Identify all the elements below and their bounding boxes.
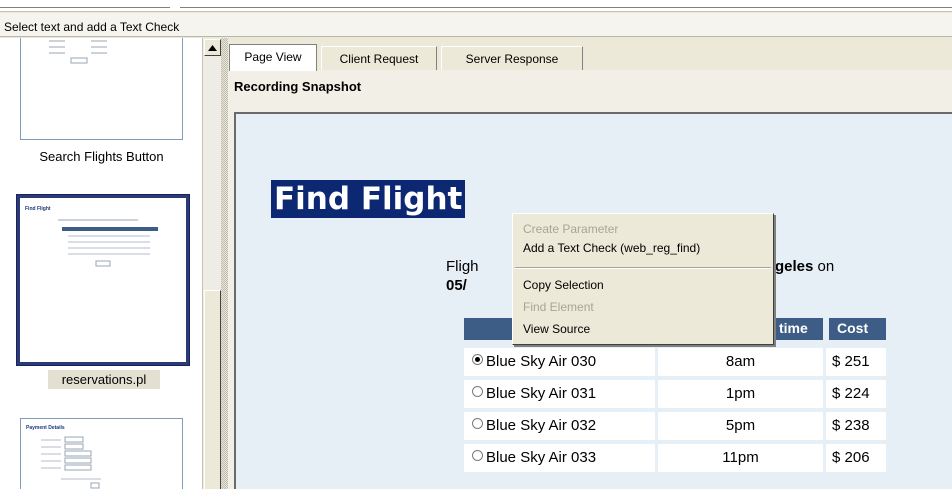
cost-cell: $ 206 <box>826 444 886 472</box>
radio-icon[interactable] <box>472 386 483 397</box>
thumb-payment-text: Payment Details <box>26 425 65 431</box>
flight-line-1: Fligh <box>446 258 479 275</box>
table-row: Blue Sky Air 031 1pm $ 224 <box>464 380 886 408</box>
radio-icon[interactable] <box>472 450 483 461</box>
tab-page-view[interactable]: Page View <box>229 44 317 71</box>
table-row: Blue Sky Air 030 8am $ 251 <box>464 348 886 376</box>
context-menu: Create Parameter Add a Text Check (web_r… <box>512 213 774 345</box>
scroll-thumb[interactable] <box>204 290 221 489</box>
menu-item-find-element[interactable]: Find Element <box>523 300 594 314</box>
table-header-time: time <box>775 318 823 340</box>
thumbnail-scrollbar[interactable] <box>202 38 221 489</box>
flight-cell[interactable]: Blue Sky Air 032 <box>464 412 655 440</box>
top-strip-left <box>0 0 170 8</box>
flight-line-2-prefix: 05/ <box>446 277 467 294</box>
table-header-cost: Cost <box>829 318 886 340</box>
menu-item-view-source[interactable]: View Source <box>523 322 590 336</box>
tab-server-response[interactable]: Server Response <box>441 46 583 70</box>
flight-line-1-suffix: geles on <box>775 258 834 275</box>
flight-name: Blue Sky Air 030 <box>486 353 597 370</box>
cost-cell: $ 224 <box>826 380 886 408</box>
table-row: Blue Sky Air 032 5pm $ 238 <box>464 412 886 440</box>
cost-cell: $ 238 <box>826 412 886 440</box>
recording-snapshot-label: Recording Snapshot <box>234 79 362 94</box>
flight-name: Blue Sky Air 032 <box>486 417 597 434</box>
flight-cell[interactable]: Blue Sky Air 033 <box>464 444 655 472</box>
triangle-up-icon <box>208 44 217 51</box>
table-row: Blue Sky Air 033 11pm $ 206 <box>464 444 886 472</box>
menu-item-copy-selection[interactable]: Copy Selection <box>523 278 604 292</box>
flight-destination: geles <box>775 258 814 275</box>
time-cell: 1pm <box>658 380 823 408</box>
tab-client-request[interactable]: Client Request <box>321 46 437 70</box>
menu-item-create-parameter[interactable]: Create Parameter <box>523 222 618 236</box>
menu-item-add-text-check[interactable]: Add a Text Check (web_reg_find) <box>523 241 700 255</box>
flight-name: Blue Sky Air 033 <box>486 449 597 466</box>
flight-cell[interactable]: Blue Sky Air 031 <box>464 380 655 408</box>
radio-icon[interactable] <box>472 418 483 429</box>
thumbnail-panel[interactable]: Search Flights Button Find Flight reserv… <box>0 38 202 489</box>
menu-separator <box>515 267 771 269</box>
thumbnail-label-selected: reservations.pl <box>48 370 160 389</box>
flight-name: Blue Sky Air 031 <box>486 385 597 402</box>
thumbnail-payment[interactable]: Payment Details <box>20 418 183 489</box>
flight-cell[interactable]: Blue Sky Air 030 <box>464 348 655 376</box>
time-cell: 5pm <box>658 412 823 440</box>
time-cell: 8am <box>658 348 823 376</box>
find-flight-heading-selected[interactable]: Find Flight <box>271 180 466 218</box>
time-cell: 11pm <box>658 444 823 472</box>
thumbnail-search-flights[interactable] <box>20 38 183 140</box>
thumb-find-flight-text: Find Flight <box>25 206 51 212</box>
thumbnail-label: Search Flights Button <box>39 149 164 164</box>
flight-line-1-prefix: Fligh <box>446 258 479 275</box>
panel-title: Select text and add a Text Check <box>0 13 952 37</box>
top-strip <box>0 0 952 12</box>
cost-cell: $ 251 <box>826 348 886 376</box>
flight-line-2: 05/ <box>446 277 467 294</box>
flight-on-text: on <box>813 258 835 275</box>
tab-bar: Page View Client Request Server Response <box>228 38 952 71</box>
radio-checked-icon[interactable] <box>472 354 483 365</box>
scroll-up-button[interactable] <box>204 39 221 56</box>
thumbnail-preview: Payment Details <box>26 425 101 489</box>
pane-splitter[interactable] <box>221 38 228 489</box>
thumbnail-preview: Find Flight <box>25 206 158 267</box>
top-strip-right <box>180 0 952 8</box>
thumbnail-preview <box>49 40 107 64</box>
thumbnail-reservations[interactable]: Find Flight <box>16 194 190 366</box>
